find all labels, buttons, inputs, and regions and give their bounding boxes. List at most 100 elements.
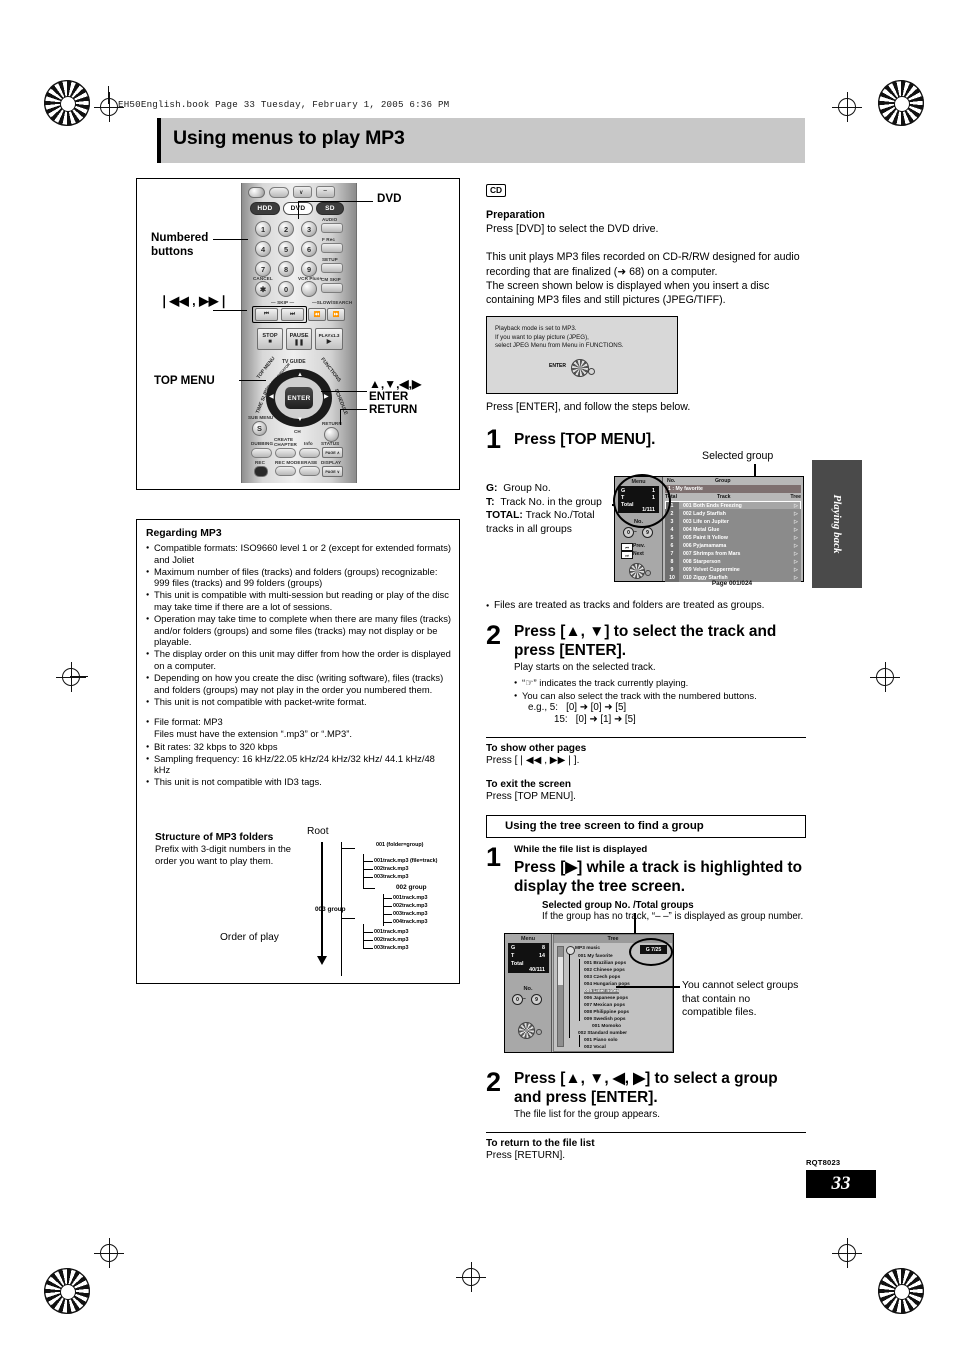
tree-arrow-icon[interactable]: ▷ (791, 551, 801, 557)
slow-back-button: ⏪ (308, 308, 326, 321)
list-item[interactable]: 001 Piano solo (584, 1038, 618, 1043)
branch-g1 (341, 848, 355, 849)
g1-file-2: 002track.mp3 (374, 866, 409, 872)
tree-arrow-icon[interactable]: ▷ (791, 519, 801, 525)
col-header-track: Track (717, 494, 731, 501)
tree-g-value: 8 (542, 945, 545, 952)
tree-arrow-icon[interactable]: ▷ (791, 567, 801, 573)
list-item[interactable]: 001 My favorite (578, 954, 613, 959)
list-item: Bit rates: 32 kbps to 320 kbps (146, 741, 451, 753)
g1-f3 (363, 877, 373, 878)
skip-forward-button[interactable]: ⏭ (281, 308, 304, 321)
tree-screen-figure: Menu G 8 T 14 Total 40/111 No. 0 – 9 Tre… (486, 913, 806, 1059)
sd-button: SD (316, 202, 344, 215)
tree-arrow-icon[interactable]: ▷ (791, 543, 801, 549)
tree-t-value: 14 (539, 953, 545, 960)
number-key-3: 3 (301, 221, 317, 237)
tree-arrow-icon[interactable]: ▷ (791, 503, 801, 509)
step-2-line1: Play starts on the selected track. (514, 662, 656, 674)
exit-heading: To exit the screen (486, 778, 572, 790)
g2-file-4: 004track.mp3 (393, 919, 428, 925)
number-key-1: 1 (255, 221, 271, 237)
section-title-bar: Using menus to play MP3 (157, 118, 805, 163)
vcr-plus-button (301, 281, 317, 297)
chapter-side-tab-label: Playing back (831, 494, 843, 554)
tree-callout-heading: Selected group No. /Total groups (542, 899, 694, 911)
document-code: RQT8023 (806, 1158, 841, 1167)
info-label: Info (304, 441, 313, 446)
list-item[interactable]: 002 Chinese pops (584, 968, 625, 973)
list-item[interactable]: 009 Swedish pops (584, 1017, 626, 1022)
list-item[interactable]: 002 Vocal (584, 1045, 606, 1050)
tree-scrollbar[interactable] (557, 946, 564, 1048)
legend-total-row: TOTAL: Track No./Total tracks in all gro… (486, 509, 618, 536)
page-canvas: EH50English.book Page 33 Tuesday, Februa… (0, 0, 954, 1351)
regarding-mp3-content: Regarding MP3 Compatible formats: ISO966… (146, 528, 451, 788)
after-note-text: Press [ENTER], and follow the steps belo… (486, 401, 691, 414)
return-text: Press [RETURN]. (486, 1149, 566, 1161)
g3-f1 (363, 932, 373, 933)
step-1-heading-row: 1 Press [TOP MENU]. (486, 424, 806, 455)
callout-line-topmenu (239, 380, 266, 382)
crop-mark-tl (94, 92, 124, 122)
legend-t-key: T: (486, 496, 495, 508)
preparation-heading: Preparation (486, 209, 545, 221)
example-5-keys: [0] ➜ [0] ➜ [5] (566, 701, 627, 713)
track-name: 008 Starperson (683, 558, 721, 565)
tree-total-value: 40/111 (529, 967, 545, 974)
enter-dot-icon-tree (536, 1029, 542, 1036)
list-item[interactable]: 003 Czech pops (584, 975, 620, 980)
tree-arrow-icon[interactable]: ▷ (791, 527, 801, 533)
step-1-number: 1 (486, 424, 502, 455)
skip-group-label: — SKIP — (271, 300, 295, 305)
crop-mark-bl (94, 1238, 124, 1268)
slow-search-label: —SLOW/SEARCH (312, 300, 353, 305)
list-item[interactable]: 007 Mexican pops (584, 1003, 625, 1008)
list-item[interactable]: 006 Japanese pops (584, 996, 628, 1001)
tree-arrow-icon[interactable]: ▷ (791, 559, 801, 565)
tv-guide-label: TV GUIDE (282, 359, 306, 365)
list-item[interactable]: 001 Brazilian pops (584, 961, 626, 966)
order-arrow-icon (317, 956, 327, 965)
branch-g2 (363, 888, 375, 889)
disc-icon (566, 946, 575, 956)
registration-mark-top-left (44, 80, 90, 126)
erase-label: ERASE (301, 460, 318, 465)
tree-arrow-icon[interactable]: ▷ (791, 511, 801, 517)
intro-text: This unit plays MP3 files recorded on CD… (486, 251, 800, 307)
f-rec-button (321, 243, 343, 253)
track-name: 003 Life on Jupiter (683, 518, 729, 525)
skip-back-button[interactable]: ⏮ (255, 308, 278, 321)
tree-scroll-thumb[interactable] (558, 957, 563, 986)
list-item-selected[interactable]: 005 Liner notes (584, 989, 620, 995)
tree-number-range-end: 9 (531, 994, 542, 1006)
selected-group-callout: Selected group (486, 450, 806, 483)
next-label: Next (633, 551, 644, 558)
list-item: This unit is not compatible with ID3 tag… (146, 776, 451, 788)
folder-icon-002 (375, 881, 392, 894)
audio-button (321, 223, 343, 233)
preparation-text: Press [DVD] to select the DVD drive. (486, 223, 659, 236)
dial-right-arrow: ▶ (324, 394, 329, 400)
remote-control-figure: ∨ − HDD DVD SD 1 2 3 4 5 6 7 8 9 0 ✱ CAN… (136, 178, 460, 490)
tree-arrow-icon[interactable]: ▷ (791, 535, 801, 541)
chapter-side-tab: Playing back (812, 460, 862, 588)
dial-left-arrow: ◀ (269, 394, 274, 400)
callout-line-skip (213, 310, 247, 312)
cm-skip-label: CM SKIP (321, 277, 341, 282)
page-number: 33 (806, 1170, 876, 1198)
list-item[interactable]: 001 Momoko (592, 1024, 621, 1029)
g3-f2 (363, 940, 373, 941)
list-item: You can also select the track with the n… (514, 690, 806, 702)
regarding-mp3-box: Regarding MP3 Compatible formats: ISO966… (136, 519, 460, 984)
step-2-number: 2 (486, 620, 502, 651)
list-item[interactable]: 002 Standard number (578, 1031, 627, 1036)
tree-step-1-condition: While the file list is displayed (514, 843, 648, 855)
g3-file-1: 001track.mp3 (374, 929, 409, 935)
legend-t-row: T: Track No. in the group (486, 496, 618, 509)
callout-line-dvd (299, 201, 373, 203)
open-close-button (269, 187, 289, 198)
list-item[interactable]: 008 Philippine pops (584, 1010, 629, 1015)
cd-media-badge: CD (486, 184, 507, 197)
tree-t-label: T (511, 953, 515, 960)
